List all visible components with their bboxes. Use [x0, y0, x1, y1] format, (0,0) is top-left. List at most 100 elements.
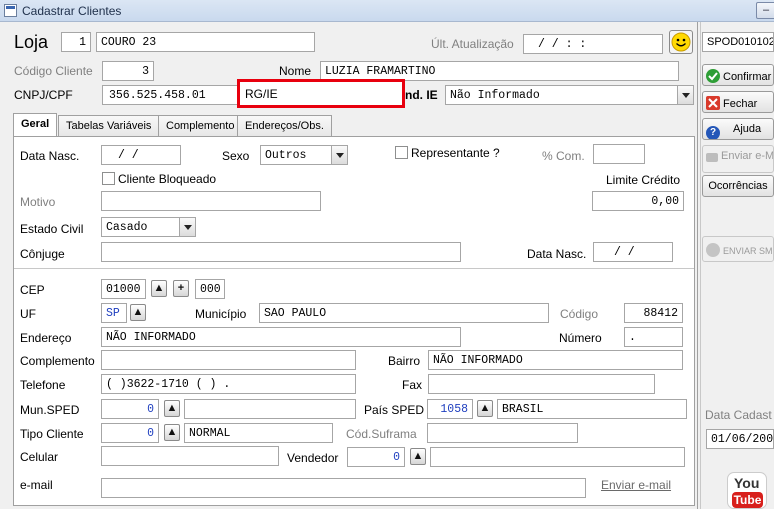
municipio-field[interactable]: SAO PAULO — [259, 303, 549, 323]
bairro-field[interactable]: NÃO INFORMADO — [428, 350, 683, 370]
smiley-icon — [671, 32, 691, 52]
codigo-cliente-field[interactable]: 3 — [102, 61, 154, 81]
mun-sped-label: Mun.SPED — [20, 403, 80, 417]
tab-complemento[interactable]: Complemento — [158, 115, 243, 137]
cod-suframa-label: Cód.Suframa — [346, 427, 417, 441]
uf-search-button[interactable]: ▲ — [130, 304, 146, 321]
cep-search-button[interactable]: ▲ — [151, 280, 167, 297]
endereco-field[interactable]: NÃO INFORMADO — [101, 327, 461, 347]
youtube-button[interactable]: You Tube — [727, 472, 767, 509]
help-icon: ? — [706, 126, 720, 139]
minimize-button[interactable]: – — [756, 2, 774, 19]
vendedor-field[interactable]: 0 — [347, 447, 405, 467]
tipo-cliente-field[interactable]: 0 — [101, 423, 159, 443]
chevron-down-icon[interactable] — [179, 218, 195, 236]
cnpj-cpf-label: CNPJ/CPF — [14, 88, 73, 102]
fechar-label: Fechar — [723, 98, 758, 110]
nome-label: Nome — [279, 64, 312, 78]
cod-suframa-field[interactable] — [427, 423, 578, 443]
mun-sped-search-button[interactable]: ▲ — [164, 400, 180, 417]
confirmar-label: Confirmar — [723, 71, 772, 83]
chevron-down-icon[interactable] — [677, 86, 693, 104]
vendedor-search-button[interactable]: ▲ — [410, 448, 426, 465]
representante-label: Representante ? — [411, 146, 500, 160]
email-icon — [706, 153, 718, 162]
pct-com-label: % Com. — [542, 149, 585, 163]
pais-sped-search-button[interactable]: ▲ — [477, 400, 493, 417]
tab-tabelas-variaveis[interactable]: Tabelas Variáveis — [58, 115, 160, 137]
fax-label: Fax — [402, 378, 423, 392]
loja-label: Loja — [14, 32, 49, 52]
ult-atualizacao-field: / / : : — [523, 34, 663, 54]
cliente-bloqueado-label: Cliente Bloqueado — [118, 172, 217, 186]
section-divider — [14, 268, 694, 269]
sexo-select[interactable]: Outros — [260, 145, 348, 165]
vendedor-label: Vendedor — [287, 451, 339, 465]
pct-com-field[interactable] — [593, 144, 645, 164]
cep-suffix-field[interactable]: 000 — [195, 279, 225, 299]
codigo-municipio-field[interactable]: 88412 — [624, 303, 683, 323]
check-icon — [706, 69, 720, 83]
data-nasc-field[interactable]: / / — [101, 145, 181, 165]
sms-icon — [706, 243, 720, 257]
enviar-email-button[interactable]: Enviar e-M — [702, 145, 774, 173]
cep-add-button[interactable]: + — [173, 280, 189, 297]
ind-ie-label: nd. IE — [405, 88, 438, 102]
confirmar-button[interactable]: Confirmar — [702, 64, 774, 86]
title-bar: Cadastrar Clientes – — [0, 0, 774, 22]
cnpj-cpf-field[interactable]: 356.525.458.01 — [102, 85, 238, 105]
fechar-button[interactable]: Fechar — [702, 91, 774, 113]
telefone-field[interactable]: ( )3622-1710 ( ) . — [101, 374, 356, 394]
data-nasc-label: Data Nasc. — [20, 149, 80, 163]
estado-civil-select[interactable]: Casado — [101, 217, 196, 237]
mun-sped-field[interactable]: 0 — [101, 399, 159, 419]
email-field[interactable] — [101, 478, 586, 498]
smiley-button[interactable] — [669, 30, 693, 54]
limite-credito-label: Limite Crédito — [606, 173, 681, 187]
conjuge-field[interactable] — [101, 242, 461, 262]
rg-ie-field[interactable] — [283, 84, 398, 104]
tab-geral[interactable]: Geral — [13, 113, 58, 137]
cliente-bloqueado-checkbox[interactable] — [102, 172, 115, 185]
ajuda-label: Ajuda — [733, 123, 762, 135]
tipo-cliente-search-button[interactable]: ▲ — [164, 424, 180, 441]
ajuda-button[interactable]: ? Ajuda — [702, 118, 774, 140]
complemento-field[interactable] — [101, 350, 356, 370]
enviar-sms-button[interactable]: ENVIAR SM — [702, 236, 774, 262]
enviar-sms-label: ENVIAR SM — [723, 246, 773, 256]
program-code-field: SPOD010102 — [702, 32, 774, 52]
conjuge-data-nasc-field[interactable]: / / — [593, 242, 673, 262]
enviar-email-link[interactable]: Enviar e-mail — [601, 478, 671, 492]
ult-atualizacao-label: Últ. Atualização — [431, 37, 514, 51]
chevron-down-icon[interactable] — [331, 146, 347, 164]
motivo-field[interactable] — [101, 191, 321, 211]
vendedor-name-field — [430, 447, 685, 467]
rg-ie-label: RG/IE — [245, 87, 278, 101]
celular-field[interactable] — [101, 446, 279, 466]
nome-field[interactable]: LUZIA FRAMARTINO — [320, 61, 679, 81]
loja-number-field[interactable]: 1 — [61, 32, 91, 52]
sexo-value: Outros — [265, 149, 307, 162]
numero-field[interactable]: . — [624, 327, 683, 347]
fax-field[interactable] — [428, 374, 655, 394]
telefone-label: Telefone — [20, 378, 66, 392]
cep-label: CEP — [20, 283, 45, 297]
ocorrencias-label: Ocorrências — [708, 180, 768, 192]
motivo-label: Motivo — [20, 195, 56, 209]
ocorrencias-button[interactable]: Ocorrências — [702, 175, 774, 197]
youtube-logo-bottom: Tube — [732, 492, 763, 508]
complemento-label: Complemento — [20, 354, 95, 368]
pais-sped-field[interactable]: 1058 — [427, 399, 473, 419]
cep-field[interactable]: 01000 — [101, 279, 146, 299]
enviar-email-label: Enviar e-M — [721, 150, 774, 162]
window-icon — [4, 4, 17, 17]
window-title: Cadastrar Clientes — [22, 4, 122, 18]
limite-credito-field[interactable]: 0,00 — [592, 191, 684, 211]
ind-ie-select[interactable]: Não Informado — [445, 85, 694, 105]
representante-checkbox[interactable] — [395, 146, 408, 159]
municipio-label: Município — [195, 307, 247, 321]
mun-sped-name-field — [184, 399, 356, 419]
loja-name-field[interactable]: COURO 23 — [96, 32, 315, 52]
tab-enderecos-obs[interactable]: Endereços/Obs. — [237, 115, 332, 137]
uf-field[interactable]: SP — [101, 303, 127, 323]
